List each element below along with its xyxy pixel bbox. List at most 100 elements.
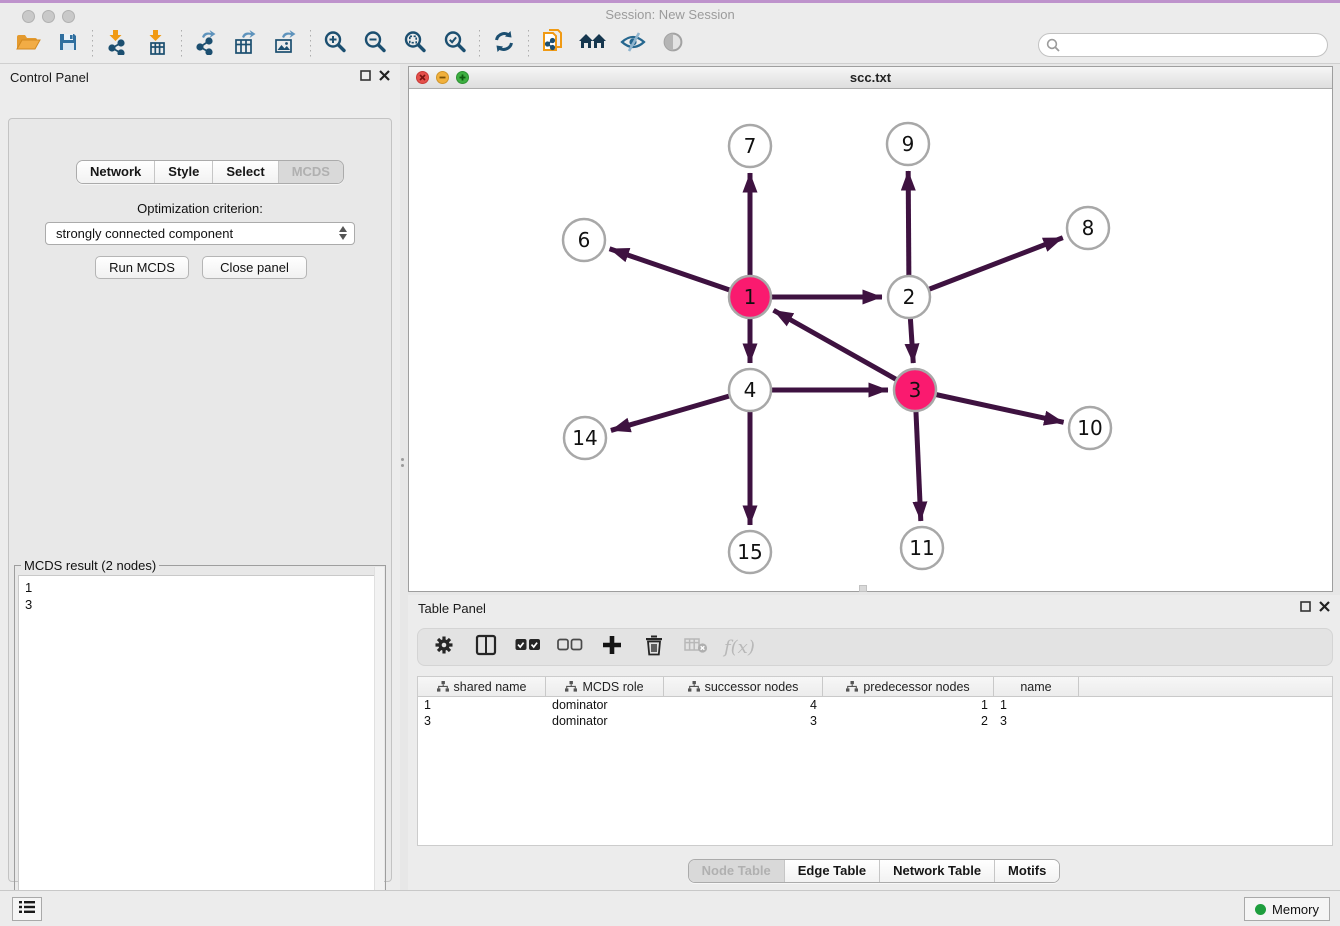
export-table-button[interactable]	[226, 29, 266, 61]
show-columns-button[interactable]	[472, 633, 500, 661]
unselect-all-button[interactable]	[556, 633, 584, 661]
tab-motifs[interactable]: Motifs	[994, 860, 1059, 882]
control-panel-title: Control Panel	[10, 70, 360, 85]
list-icon	[18, 900, 36, 919]
create-column-button[interactable]	[598, 633, 626, 661]
export-network-icon	[193, 29, 219, 60]
clone-network-icon	[540, 28, 566, 61]
column-type-icon	[565, 681, 577, 692]
panel-splitter[interactable]	[401, 455, 404, 470]
tab-style[interactable]: Style	[154, 161, 212, 183]
network-resize-grip[interactable]	[859, 585, 867, 592]
float-panel-icon[interactable]	[1300, 599, 1311, 617]
delete-table-icon	[684, 636, 708, 659]
tab-edge-table[interactable]: Edge Table	[784, 860, 879, 882]
float-panel-icon[interactable]	[360, 68, 371, 86]
refresh-icon	[492, 30, 516, 59]
mcds-result-list[interactable]: 1 3	[18, 575, 384, 926]
zoom-window-button[interactable]	[62, 10, 75, 23]
gear-icon	[433, 634, 455, 661]
select-all-button[interactable]	[514, 633, 542, 661]
close-panel-button[interactable]: Close panel	[202, 256, 307, 279]
close-panel-icon[interactable]	[1319, 599, 1330, 617]
graph-node-label: 8	[1082, 216, 1095, 240]
table-row[interactable]: 3 dominator 3 2 3	[418, 713, 1332, 729]
show-hidden-button[interactable]	[653, 29, 693, 61]
network-canvas[interactable]: 7968124314101511	[409, 89, 1332, 591]
export-network-button[interactable]	[186, 29, 226, 61]
node-table[interactable]: shared name MCDS role successor nodes pr…	[417, 676, 1333, 846]
graph-node-label: 7	[744, 134, 757, 158]
open-session-button[interactable]	[8, 29, 48, 61]
zoom-in-icon	[323, 30, 347, 59]
export-image-button[interactable]	[266, 29, 306, 61]
column-type-icon	[437, 681, 449, 692]
window-controls[interactable]	[22, 10, 75, 23]
network-minimize-button[interactable]	[436, 71, 449, 84]
criterion-select[interactable]: strongly connected component	[45, 222, 355, 245]
column-header-shared-name[interactable]: shared name	[418, 677, 546, 696]
mcds-result-group: MCDS result (2 nodes) 1 3	[14, 565, 386, 926]
memory-label: Memory	[1272, 902, 1319, 917]
control-panel-tabs: Network Style Select MCDS	[76, 160, 344, 184]
column-type-icon	[846, 681, 858, 692]
close-window-button[interactable]	[22, 10, 35, 23]
columns-icon	[475, 634, 497, 661]
tab-node-table[interactable]: Node Table	[689, 860, 784, 882]
graph-node-label: 2	[903, 285, 916, 309]
network-close-button[interactable]	[416, 71, 429, 84]
save-icon	[57, 31, 79, 58]
function-builder-button-disabled: f(x)	[724, 637, 755, 658]
tab-select[interactable]: Select	[212, 161, 277, 183]
minimize-window-button[interactable]	[42, 10, 55, 23]
delete-rows-button[interactable]	[640, 633, 668, 661]
import-table-button[interactable]	[137, 29, 177, 61]
zoom-out-button[interactable]	[355, 29, 395, 61]
close-panel-icon[interactable]	[379, 68, 390, 86]
network-graph[interactable]: 7968124314101511	[409, 89, 1332, 591]
trash-icon	[644, 634, 664, 661]
task-history-button[interactable]	[12, 897, 42, 921]
graph-node-label: 14	[572, 426, 597, 450]
run-mcds-button[interactable]: Run MCDS	[95, 256, 189, 279]
zoom-selected-icon	[443, 30, 467, 59]
zoom-in-button[interactable]	[315, 29, 355, 61]
import-network-button[interactable]	[97, 29, 137, 61]
table-row[interactable]: 1 dominator 4 1 1	[418, 697, 1332, 713]
column-header-mcds-role[interactable]: MCDS role	[546, 677, 664, 696]
status-bar: Memory	[0, 890, 1340, 926]
column-header-name[interactable]: name	[994, 677, 1079, 696]
result-scrollbar[interactable]	[374, 567, 384, 923]
hide-selected-button[interactable]	[613, 29, 653, 61]
column-header-predecessor-nodes[interactable]: predecessor nodes	[823, 677, 994, 696]
optimization-criterion-label: Optimization criterion:	[0, 201, 400, 216]
first-neighbors-button[interactable]	[573, 29, 613, 61]
memory-button[interactable]: Memory	[1244, 897, 1330, 921]
zoom-selected-button[interactable]	[435, 29, 475, 61]
houses-icon	[578, 31, 608, 58]
tab-network[interactable]: Network	[77, 161, 154, 183]
graph-edge-3-10[interactable]	[915, 390, 1064, 422]
network-maximize-button[interactable]	[456, 71, 469, 84]
table-options-button[interactable]	[430, 633, 458, 661]
graph-node-label: 6	[578, 228, 591, 252]
save-session-button[interactable]	[48, 29, 88, 61]
tab-network-table[interactable]: Network Table	[879, 860, 994, 882]
graph-node-label: 11	[909, 536, 934, 560]
column-header-successor-nodes[interactable]: successor nodes	[664, 677, 823, 696]
zoom-fit-button[interactable]	[395, 29, 435, 61]
graph-node-label: 1	[744, 285, 757, 309]
search-box[interactable]	[1038, 33, 1328, 57]
graph-edge-1-6[interactable]	[610, 249, 750, 297]
tab-mcds[interactable]: MCDS	[278, 161, 343, 183]
graph-edge-2-8[interactable]	[909, 238, 1063, 297]
graph-node-label: 10	[1077, 416, 1102, 440]
zoom-fit-icon	[403, 30, 427, 59]
mcds-result-title: MCDS result (2 nodes)	[21, 558, 159, 573]
export-table-icon	[232, 29, 260, 60]
refresh-view-button[interactable]	[484, 29, 524, 61]
graph-edge-3-1[interactable]	[774, 310, 915, 390]
toolbar-separator	[528, 30, 529, 60]
search-input[interactable]	[1038, 33, 1328, 57]
clone-network-button[interactable]	[533, 29, 573, 61]
